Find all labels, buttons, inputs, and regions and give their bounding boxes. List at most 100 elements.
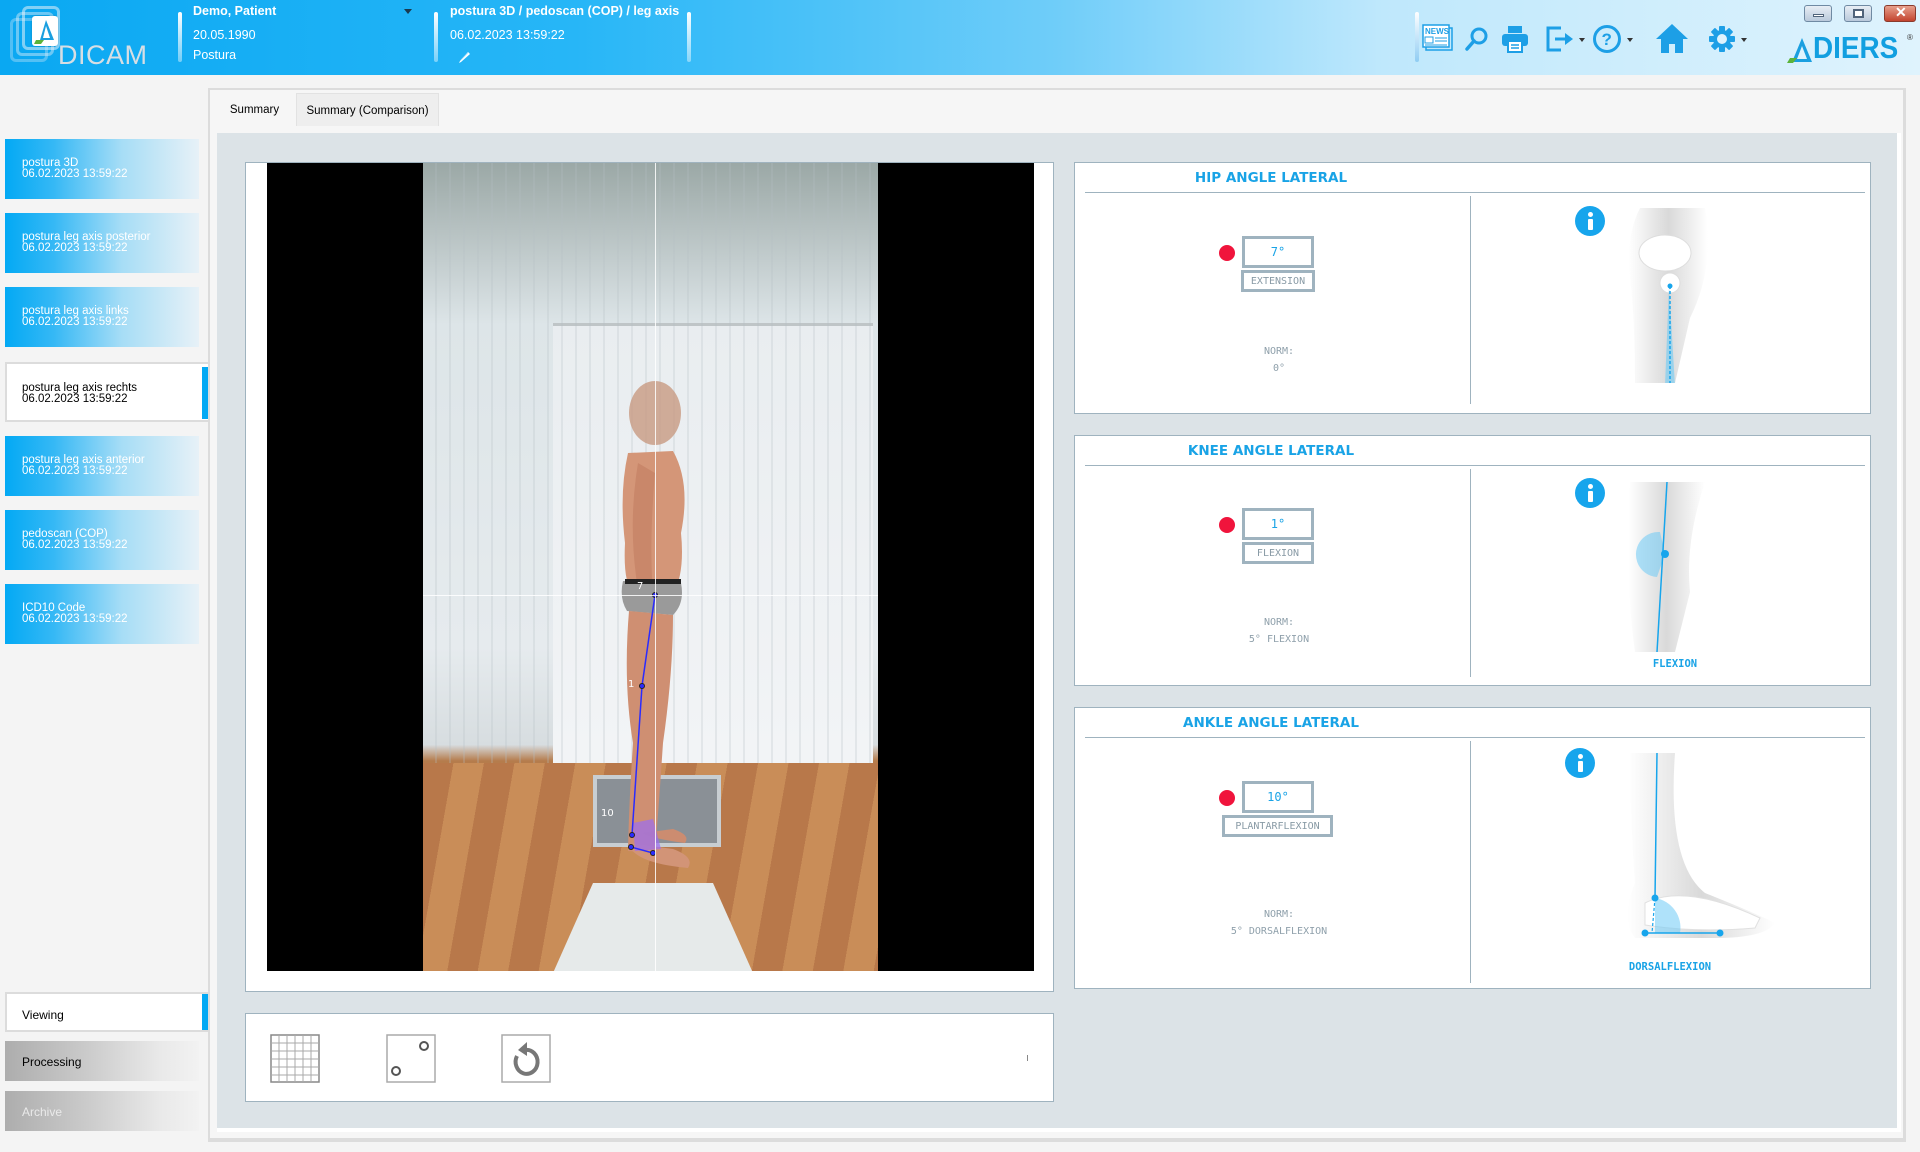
patient-dropdown-icon[interactable] bbox=[404, 9, 412, 14]
close-icon: ✕ bbox=[1895, 4, 1907, 20]
header-separator bbox=[687, 12, 691, 62]
exam-title: postura 3D / pedoscan (COP) / leg axis bbox=[450, 4, 680, 18]
sidebar-item-icd10-code[interactable]: ICD10 Code 06.02.2023 13:59:22 bbox=[5, 584, 199, 644]
sidebar-item-pedoscan-cop[interactable]: pedoscan (COP) 06.02.2023 13:59:22 bbox=[5, 510, 199, 570]
dicam-window: DICAM Demo, Patient 20.05.1990 Postura p… bbox=[0, 0, 1920, 1152]
norm-label: NORM: bbox=[1263, 909, 1295, 920]
help-button[interactable]: ? bbox=[1592, 24, 1633, 62]
angle-value: 1° bbox=[1242, 508, 1314, 540]
mode-archive[interactable]: Archive bbox=[5, 1091, 199, 1131]
info-icon[interactable] bbox=[1565, 748, 1595, 778]
settings-button[interactable] bbox=[1708, 25, 1747, 63]
app-name: DICAM bbox=[58, 40, 148, 70]
norm-label: NORM: bbox=[1263, 617, 1295, 628]
export-button[interactable] bbox=[1545, 26, 1585, 64]
sidebar-item-datetime: 06.02.2023 13:59:22 bbox=[22, 242, 128, 254]
registered-mark: ® bbox=[1907, 33, 1913, 42]
reset-rotation-button[interactable] bbox=[501, 1034, 551, 1083]
norm-value: 0° bbox=[1272, 363, 1286, 374]
status-indicator bbox=[1219, 790, 1235, 806]
mode-label: Archive bbox=[22, 1105, 63, 1119]
news-icon: NEWS bbox=[1422, 24, 1453, 51]
grid-toggle-button[interactable] bbox=[270, 1034, 320, 1083]
help-icon: ? bbox=[1593, 25, 1621, 53]
exam-info: postura 3D / pedoscan (COP) / leg axis 0… bbox=[450, 4, 679, 42]
ankle-angle-panel: ANKLE ANGLE LATERAL 10° PLANTARFLEXION N… bbox=[1074, 707, 1871, 989]
crosshair-horizontal[interactable] bbox=[423, 595, 878, 596]
export-dropdown-icon[interactable] bbox=[1579, 38, 1585, 42]
lateral-photo[interactable]: 7 1 10 bbox=[267, 163, 1034, 971]
settings-icon bbox=[1709, 26, 1735, 52]
tab-summary[interactable]: Summary bbox=[213, 93, 296, 126]
home-button[interactable] bbox=[1655, 22, 1689, 60]
marker-label-ankle: 10 bbox=[601, 808, 614, 819]
sidebar-item-leg-axis-rechts[interactable]: postura leg axis rechts 06.02.2023 13:59… bbox=[5, 362, 212, 422]
minimize-icon bbox=[1813, 14, 1824, 17]
divider bbox=[1085, 192, 1865, 193]
angle-title: HIP ANGLE LATERAL bbox=[1194, 170, 1348, 186]
angle-direction: EXTENSION bbox=[1241, 270, 1315, 292]
home-icon bbox=[1656, 24, 1688, 53]
minimize-button[interactable] bbox=[1804, 5, 1832, 22]
sidebar-item-leg-axis-links[interactable]: postura leg axis links 06.02.2023 13:59:… bbox=[5, 287, 199, 347]
mode-label: Viewing bbox=[22, 1008, 64, 1022]
divider bbox=[1470, 741, 1471, 983]
ankle-illustration bbox=[1627, 753, 1775, 938]
edit-pencil-icon[interactable] bbox=[458, 50, 472, 64]
tab-label: Summary bbox=[229, 104, 280, 116]
knee-angle-panel: KNEE ANGLE LATERAL 1° FLEXION NORM: 5° F… bbox=[1074, 435, 1871, 686]
sidebar-item-datetime: 06.02.2023 13:59:22 bbox=[22, 168, 128, 180]
status-indicator bbox=[1219, 517, 1235, 533]
info-icon[interactable] bbox=[1575, 478, 1605, 508]
norm-label: NORM: bbox=[1263, 346, 1295, 357]
print-button[interactable] bbox=[1500, 24, 1530, 62]
markers-icon bbox=[386, 1034, 436, 1083]
hip-illustration bbox=[1628, 208, 1708, 383]
reset-rotate-icon bbox=[501, 1034, 551, 1083]
mode-viewing[interactable]: Viewing bbox=[5, 992, 212, 1032]
close-button[interactable]: ✕ bbox=[1884, 4, 1916, 22]
patient-figure bbox=[621, 381, 690, 868]
exam-datetime: 06.02.2023 13:59:22 bbox=[450, 28, 565, 42]
tab-summary-comparison[interactable]: Summary (Comparison) bbox=[296, 93, 439, 126]
sidebar-item-leg-axis-anterior[interactable]: postura leg axis anterior 06.02.2023 13:… bbox=[5, 436, 199, 496]
sidebar-item-postura-3d[interactable]: postura 3D 06.02.2023 13:59:22 bbox=[5, 139, 199, 199]
sidebar-item-leg-axis-posterior[interactable]: postura leg axis posterior 06.02.2023 13… bbox=[5, 213, 199, 273]
header-separator bbox=[1415, 12, 1419, 62]
angle-value: 7° bbox=[1242, 236, 1314, 268]
header-separator bbox=[434, 12, 438, 62]
help-dropdown-icon[interactable] bbox=[1627, 38, 1633, 42]
maximize-button[interactable] bbox=[1844, 5, 1872, 22]
mode-processing[interactable]: Processing bbox=[5, 1041, 199, 1081]
norm-info: NORM: 0° bbox=[1135, 343, 1423, 377]
angle-title: ANKLE ANGLE LATERAL bbox=[1183, 715, 1359, 731]
norm-value: 5° FLEXION bbox=[1248, 634, 1310, 645]
illustration-label: DORSALFLEXION bbox=[1628, 961, 1712, 973]
tab-label: Summary (Comparison) bbox=[306, 105, 429, 117]
settings-dropdown-icon[interactable] bbox=[1741, 38, 1747, 42]
markers-toggle-button[interactable] bbox=[386, 1034, 436, 1083]
patient-category: Postura bbox=[193, 48, 237, 62]
header-bar: DICAM Demo, Patient 20.05.1990 Postura p… bbox=[0, 0, 1920, 75]
sidebar-item-datetime: 06.02.2023 13:59:22 bbox=[22, 465, 128, 477]
diers-logo-icon bbox=[1787, 38, 1812, 63]
angle-direction: PLANTARFLEXION bbox=[1222, 815, 1333, 837]
patient-info[interactable]: Demo, Patient 20.05.1990 Postura bbox=[193, 4, 276, 62]
crosshair-vertical[interactable] bbox=[655, 163, 656, 971]
sidebar-item-datetime: 06.02.2023 13:59:22 bbox=[22, 316, 128, 328]
panel-marker bbox=[1027, 1055, 1028, 1061]
dicam-logo-icon bbox=[32, 16, 58, 46]
angle-title: KNEE ANGLE LATERAL bbox=[1187, 443, 1355, 459]
divider bbox=[1085, 465, 1865, 466]
search-button[interactable] bbox=[1465, 26, 1489, 64]
sidebar-item-datetime: 06.02.2023 13:59:22 bbox=[22, 613, 128, 625]
info-icon[interactable] bbox=[1575, 206, 1605, 236]
status-indicator bbox=[1219, 245, 1235, 261]
export-icon bbox=[1546, 26, 1573, 52]
news-button[interactable]: NEWS bbox=[1422, 24, 1454, 62]
grid-icon bbox=[270, 1034, 320, 1083]
marker-label-hip: 7 bbox=[637, 581, 644, 592]
image-tools-panel bbox=[245, 1013, 1054, 1102]
brand-name: DIERS bbox=[1813, 30, 1899, 65]
sidebar-item-datetime: 06.02.2023 13:59:22 bbox=[22, 539, 128, 551]
